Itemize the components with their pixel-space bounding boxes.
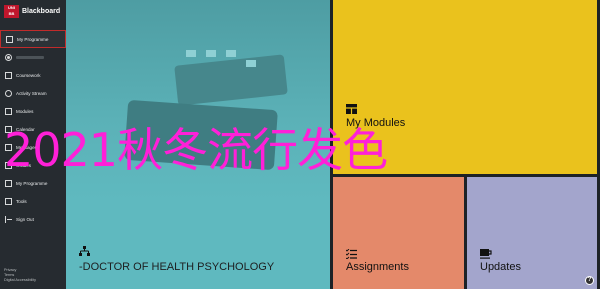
sidebar-item-label: My Programme <box>16 180 48 186</box>
assignments-tile-label: Assignments <box>346 261 409 273</box>
sidebar-item-tools[interactable]: Tools <box>0 192 66 210</box>
sidebar-item-calendar[interactable]: Calendar <box>0 120 66 138</box>
sidebar-item-grades[interactable]: Grades <box>0 156 66 174</box>
brand[interactable]: UNI BB Blackboard <box>4 5 60 18</box>
programme-icon <box>5 179 12 187</box>
programme-tile-label: -DOCTOR OF HEALTH PSYCHOLOGY <box>79 261 275 273</box>
programme-tile-photo <box>66 0 330 200</box>
photo-desk <box>174 54 288 106</box>
updates-tile[interactable]: Updates ? <box>467 177 597 289</box>
sidebar-item-label: My Programme <box>17 36 49 42</box>
sidebar-item-label: Coursework <box>16 72 41 78</box>
sidebar-item-label: Activity Stream <box>16 90 47 96</box>
brand-name: Blackboard <box>22 8 61 15</box>
sidebar-item-coursework[interactable]: Coursework <box>0 66 66 84</box>
grid-icon <box>6 35 13 43</box>
calendar-icon <box>5 125 12 133</box>
sidebar-item-my-programme[interactable]: My Programme <box>0 30 66 48</box>
modules-tile-label: My Modules <box>346 117 406 129</box>
blurred-username <box>16 55 44 59</box>
table-icon <box>346 104 357 117</box>
updates-tile-label: Updates <box>480 261 521 273</box>
sidebar-item-activity-stream[interactable]: Activity Stream <box>0 84 66 102</box>
programme-tile[interactable]: -DOCTOR OF HEALTH PSYCHOLOGY <box>66 0 330 289</box>
stream-icon <box>5 89 12 97</box>
photo-screen <box>246 60 256 67</box>
sidebar-nav: My Programme Coursework Activity Stream … <box>0 30 66 228</box>
signout-icon <box>5 215 12 223</box>
user-icon <box>5 53 12 61</box>
book-icon <box>5 71 12 79</box>
hierarchy-icon <box>79 246 90 260</box>
sidebar-item-programme[interactable]: My Programme <box>0 174 66 192</box>
modules-icon <box>5 107 12 115</box>
sidebar-item-label: Tools <box>16 198 27 204</box>
sidebar-item-messages[interactable]: Messages <box>0 138 66 156</box>
sidebar-item-label: Modules <box>16 108 34 114</box>
sidebar-item-label: Sign Out <box>16 216 34 222</box>
sidebar-item-modules[interactable]: Modules <box>0 102 66 120</box>
help-icon[interactable]: ? <box>585 276 594 285</box>
sidebar-item-profile[interactable] <box>0 48 66 66</box>
brand-logo: UNI BB <box>4 5 19 18</box>
photo-desk <box>124 99 278 171</box>
photo-screen <box>186 50 196 57</box>
modules-tile[interactable]: My Modules <box>333 0 597 174</box>
sidebar: UNI BB Blackboard My Programme Coursework… <box>0 0 66 289</box>
accessibility-link[interactable]: Digital Accessibility <box>4 278 36 283</box>
assignments-tile[interactable]: Assignments <box>333 177 464 289</box>
sidebar-item-label: Messages <box>16 144 37 150</box>
sidebar-item-label: Calendar <box>16 126 35 132</box>
sidebar-item-sign-out[interactable]: Sign Out <box>0 210 66 228</box>
sidebar-footer: Privacy Terms Digital Accessibility <box>4 268 36 284</box>
photo-screen <box>206 50 216 57</box>
tools-icon <box>5 197 12 205</box>
photo-screen <box>226 50 236 57</box>
grades-icon <box>5 161 12 169</box>
sidebar-item-label: Grades <box>16 162 32 168</box>
messages-icon <box>5 143 12 151</box>
